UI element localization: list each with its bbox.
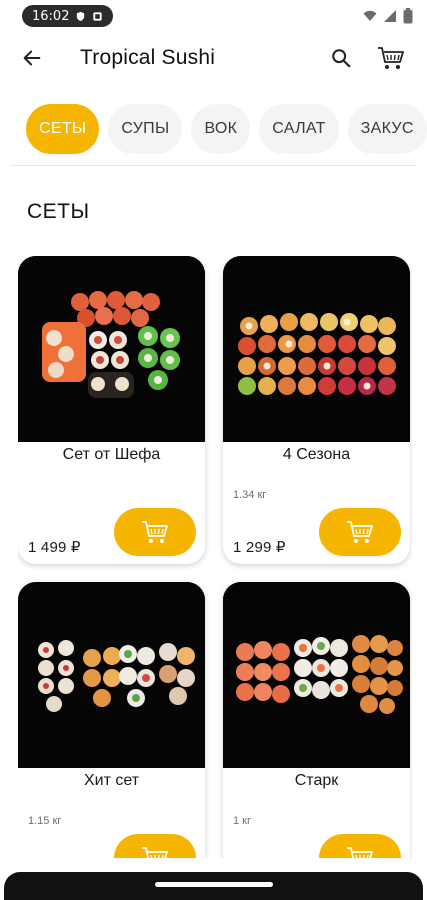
- status-time: 16:02: [32, 8, 70, 24]
- product-card[interactable]: 4 Сезона 1.34 кг 1 299 ₽: [223, 256, 410, 564]
- product-price: 1 299 ₽: [233, 539, 286, 556]
- tab-sets[interactable]: СЕТЫ: [26, 104, 100, 154]
- search-icon: [332, 49, 351, 68]
- product-price: 1 499 ₽: [28, 539, 81, 556]
- add-to-cart-button[interactable]: [319, 834, 401, 858]
- tab-wok[interactable]: ВОК: [191, 104, 251, 154]
- cart-icon: [347, 521, 373, 543]
- product-image: [223, 256, 410, 442]
- app-actions: [327, 44, 409, 72]
- product-weight: 1.15 кг: [28, 815, 62, 827]
- status-pill: 16:02: [22, 5, 114, 27]
- product-weight: 1 кг: [233, 815, 251, 827]
- product-card[interactable]: Хит сет 1.15 кг: [18, 582, 205, 858]
- status-icons: [363, 8, 413, 24]
- arrow-left-icon: [23, 50, 41, 66]
- product-name: Хит сет: [83, 772, 140, 789]
- back-button[interactable]: [18, 44, 46, 72]
- product-image: [18, 256, 205, 442]
- cart-icon: [142, 847, 168, 858]
- shield-icon: [77, 11, 85, 21]
- cart-icon: [142, 521, 168, 543]
- wifi-icon: [363, 10, 377, 21]
- signal-icon: [384, 10, 396, 22]
- notification-icon: [93, 11, 103, 21]
- section-title: СЕТЫ: [27, 200, 90, 223]
- tab-salad[interactable]: САЛАТ: [259, 104, 339, 154]
- product-card[interactable]: Сет от Шефа 1 499 ₽: [18, 256, 205, 564]
- search-button[interactable]: [327, 44, 355, 72]
- tab-soups[interactable]: СУПЫ: [108, 104, 183, 154]
- cart-icon: [378, 47, 404, 69]
- tab-snacks[interactable]: ЗАКУС: [347, 104, 427, 154]
- add-to-cart-button[interactable]: [114, 834, 196, 858]
- divider: [10, 165, 417, 166]
- status-bar: 16:02: [0, 0, 427, 32]
- product-name: Старк: [294, 772, 339, 789]
- product-card[interactable]: Старк 1 кг: [223, 582, 410, 858]
- add-to-cart-button[interactable]: [114, 508, 196, 556]
- product-image: [18, 582, 205, 768]
- cart-icon: [347, 847, 373, 858]
- product-grid: Сет от Шефа 1 499 ₽ 4 Сезона 1.34 кг 1 2…: [18, 256, 412, 858]
- add-to-cart-button[interactable]: [319, 508, 401, 556]
- product-name: Сет от Шефа: [62, 446, 161, 463]
- home-indicator[interactable]: [155, 882, 273, 887]
- app-bar: Tropical Sushi: [0, 32, 427, 84]
- cart-button[interactable]: [377, 44, 405, 72]
- page-title: Tropical Sushi: [80, 46, 216, 69]
- category-tabs: СЕТЫ СУПЫ ВОК САЛАТ ЗАКУС: [0, 104, 427, 158]
- product-name: 4 Сезона: [282, 446, 351, 463]
- battery-icon: [403, 8, 413, 24]
- product-weight: 1.34 кг: [233, 489, 267, 501]
- product-image: [223, 582, 410, 768]
